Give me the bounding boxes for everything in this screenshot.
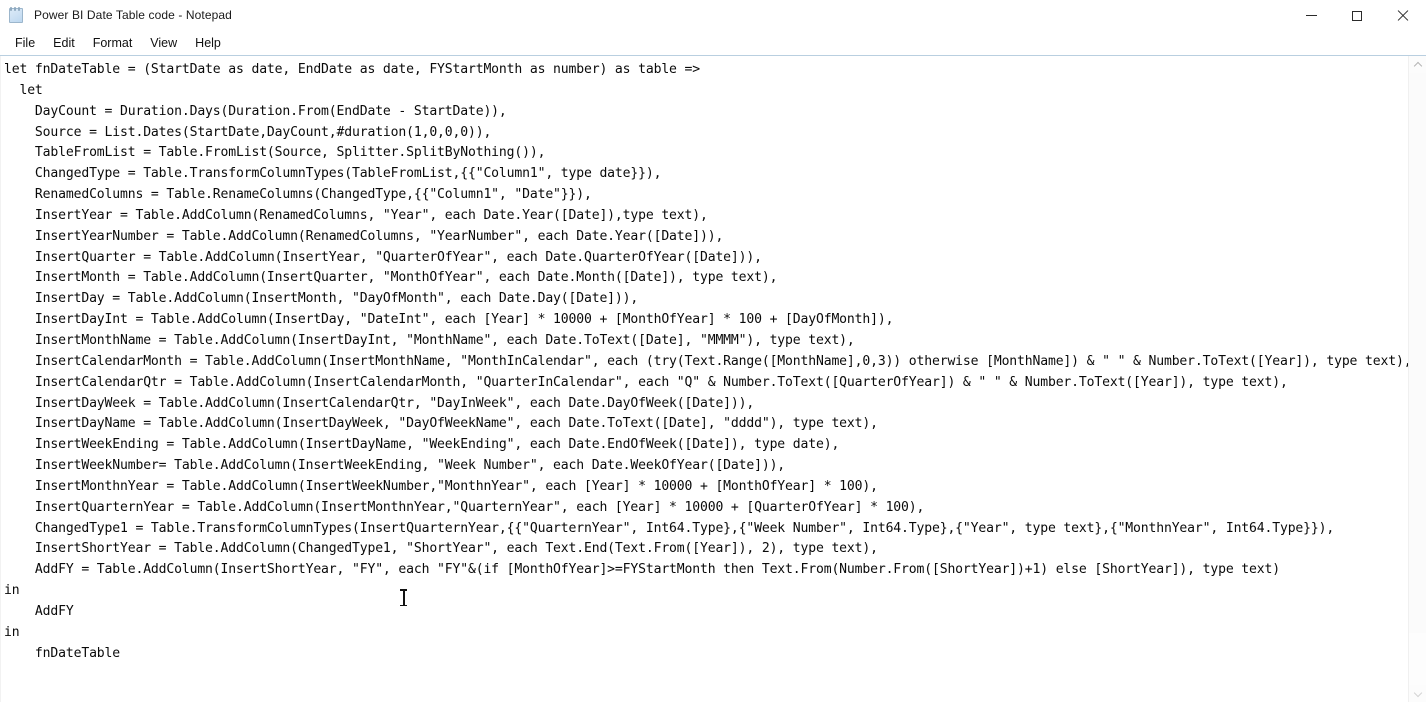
code-line: Source = List.Dates(StartDate,DayCount,#… — [4, 124, 492, 140]
menu-bar: File Edit Format View Help — [0, 31, 1426, 56]
minimize-icon — [1305, 15, 1317, 16]
code-line: fnDateTable — [4, 645, 120, 661]
code-line: InsertWeekNumber= Table.AddColumn(Insert… — [4, 458, 786, 474]
code-line: InsertDayName = Table.AddColumn(InsertDa… — [4, 416, 878, 432]
code-line: let fnDateTable = (StartDate as date, En… — [4, 62, 700, 77]
code-line: ChangedType = Table.TransformColumnTypes… — [4, 166, 662, 182]
editor-area: let fnDateTable = (StartDate as date, En… — [0, 56, 1426, 702]
code-line: InsertYear = Table.AddColumn(RenamedColu… — [4, 207, 708, 223]
code-line: InsertMonthName = Table.AddColumn(Insert… — [4, 332, 855, 348]
code-line: AddFY = Table.AddColumn(InsertShortYear,… — [4, 562, 1280, 578]
code-text[interactable]: let fnDateTable = (StartDate as date, En… — [4, 60, 1408, 664]
scroll-down-arrow[interactable] — [1409, 685, 1426, 702]
notepad-window: Power BI Date Table code - Notepad File … — [0, 0, 1426, 702]
code-line: in — [4, 624, 20, 640]
code-line: ChangedType1 = Table.TransformColumnType… — [4, 520, 1335, 536]
window-controls — [1288, 0, 1426, 31]
scrollbar-track[interactable] — [1409, 73, 1426, 685]
code-line: InsertShortYear = Table.AddColumn(Change… — [4, 541, 878, 557]
notepad-icon — [8, 7, 25, 24]
code-line: let — [4, 82, 43, 98]
code-line: InsertMonth = Table.AddColumn(InsertQuar… — [4, 270, 778, 286]
code-line: InsertDay = Table.AddColumn(InsertMonth,… — [4, 291, 639, 307]
code-line: InsertCalendarQtr = Table.AddColumn(Inse… — [4, 374, 1288, 390]
window-title: Power BI Date Table code - Notepad — [34, 8, 232, 22]
scrollbar-thumb[interactable] — [1409, 73, 1426, 633]
code-line: DayCount = Duration.Days(Duration.From(E… — [4, 103, 507, 119]
code-line: InsertMonthnYear = Table.AddColumn(Inser… — [4, 478, 878, 494]
scroll-up-arrow[interactable] — [1409, 56, 1426, 73]
menu-item-view[interactable]: View — [141, 33, 186, 54]
menu-item-help[interactable]: Help — [186, 33, 230, 54]
code-line: InsertWeekEnding = Table.AddColumn(Inser… — [4, 437, 840, 453]
code-line: TableFromList = Table.FromList(Source, S… — [4, 145, 546, 161]
close-button[interactable] — [1380, 0, 1426, 31]
close-icon — [1397, 10, 1409, 22]
code-line: RenamedColumns = Table.RenameColumns(Cha… — [4, 187, 592, 203]
code-line: InsertQuarternYear = Table.AddColumn(Ins… — [4, 499, 925, 515]
maximize-button[interactable] — [1334, 0, 1380, 31]
code-line: InsertQuarter = Table.AddColumn(InsertYe… — [4, 249, 762, 265]
vertical-scrollbar[interactable] — [1408, 56, 1426, 702]
menu-item-file[interactable]: File — [6, 33, 44, 54]
code-line: InsertDayWeek = Table.AddColumn(InsertCa… — [4, 395, 755, 411]
text-editor[interactable]: let fnDateTable = (StartDate as date, En… — [0, 56, 1408, 702]
code-line: in — [4, 583, 20, 599]
code-line: AddFY — [4, 603, 74, 619]
minimize-button[interactable] — [1288, 0, 1334, 31]
menu-item-edit[interactable]: Edit — [44, 33, 84, 54]
code-line: InsertCalendarMonth = Table.AddColumn(In… — [4, 353, 1408, 369]
code-line: InsertYearNumber = Table.AddColumn(Renam… — [4, 228, 724, 244]
code-line: InsertDayInt = Table.AddColumn(InsertDay… — [4, 312, 894, 328]
maximize-icon — [1352, 10, 1362, 21]
title-bar: Power BI Date Table code - Notepad — [0, 0, 1426, 31]
menu-item-format[interactable]: Format — [84, 33, 142, 54]
left-edge-line — [0, 56, 1, 702]
